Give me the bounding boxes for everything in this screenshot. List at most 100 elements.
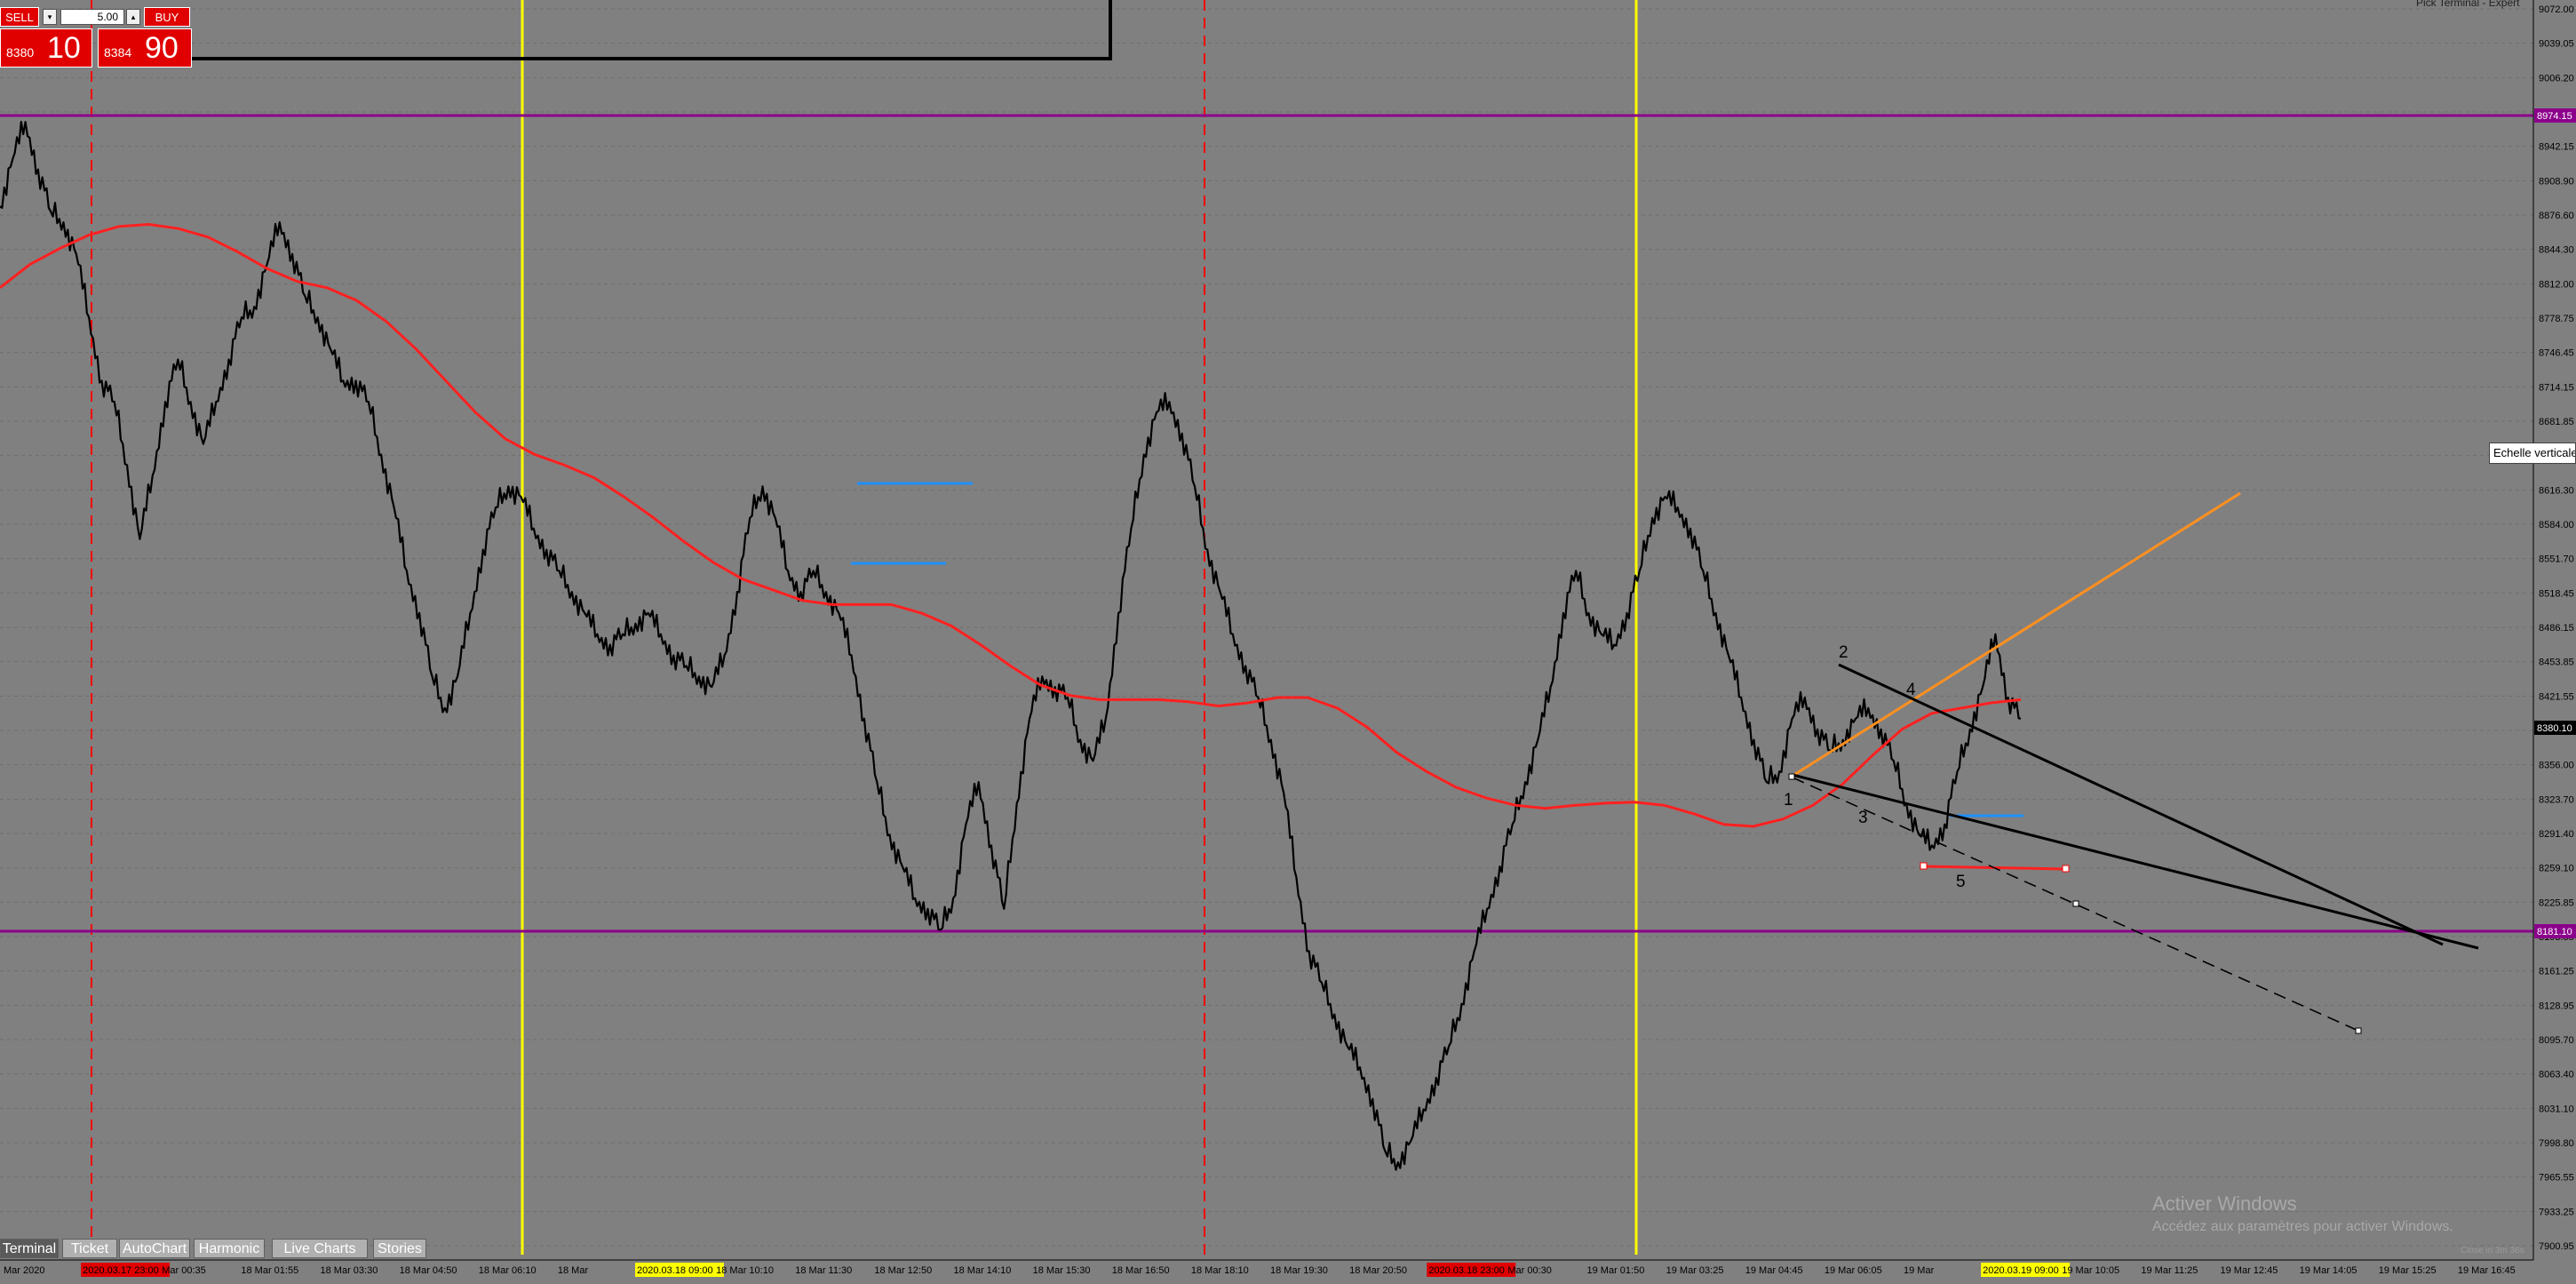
price-axis-label: 8225.85 (2539, 897, 2574, 908)
price-axis-label: 8584.00 (2539, 520, 2574, 530)
projection-handle-2[interactable] (2355, 1027, 2362, 1034)
price-axis-label: 9072.00 (2539, 4, 2574, 15)
price-axis-label: 8714.15 (2539, 382, 2574, 393)
time-axis-label: 2020.03.19 09:00 (1983, 1265, 2059, 1276)
time-axis-label: 18 Mar 14:10 (954, 1265, 1012, 1276)
price-axis-label: 8453.85 (2539, 658, 2574, 668)
price-axis-label: 7933.25 (2539, 1207, 2574, 1217)
trade-controls-row: SELL ▾ 5.00 ▴ BUY (0, 7, 192, 27)
time-axis-label: 19 Mar 12:45 (2221, 1265, 2278, 1276)
price-series-line (0, 121, 2022, 1171)
tab-autochart[interactable]: AutoChart (119, 1239, 190, 1258)
red-segment-handle-left[interactable] (1920, 862, 1928, 870)
price-axis-label: 8063.40 (2539, 1070, 2574, 1081)
time-axis-label: Mar 00:35 (162, 1265, 206, 1276)
red-segment-handle-right[interactable] (2062, 865, 2070, 873)
time-axis-label: 2020.03.18 09:00 (637, 1265, 713, 1276)
time-axis-label: Mar 00:30 (1507, 1265, 1552, 1276)
lot-increase-icon[interactable]: ▴ (126, 9, 140, 25)
price-axis-label: 8681.85 (2539, 417, 2574, 427)
price-axis-label: 8778.75 (2539, 314, 2574, 324)
wave-label-3: 3 (1858, 809, 1868, 827)
time-axis-label: 18 Mar 06:10 (479, 1265, 537, 1276)
price-axis-label: 9039.05 (2539, 39, 2574, 50)
time-axis-label: 18 Mar 12:50 (874, 1265, 932, 1276)
one-click-trading-panel: SELL ▾ 5.00 ▴ BUY 8380 10 8384 90 (0, 7, 192, 68)
time-axis-label: 19 Mar 11:25 (2141, 1265, 2198, 1276)
time-axis-label: 18 Mar 04:50 (400, 1265, 457, 1276)
windows-activation-subtitle: Accédez aux paramètres pour activer Wind… (2152, 1219, 2453, 1234)
time-axis-label: 2020.03.17 23:00 (83, 1265, 159, 1276)
price-axis-label: 8551.70 (2539, 554, 2574, 565)
price-axis-label: 8031.10 (2539, 1104, 2574, 1114)
buy-button[interactable]: BUY (144, 7, 190, 27)
price-chart[interactable]: 1 2 3 4 5 9072.00 9039.05 9006.20 8974.15 89… (0, 0, 2576, 1284)
price-axis-label: 8616.30 (2539, 485, 2574, 496)
orange-trendline[interactable] (1789, 491, 2241, 779)
windows-activation-title: Activer Windows (2152, 1192, 2297, 1215)
time-axis-label: 19 Mar 04:45 (1745, 1265, 1803, 1276)
time-axis-label: 19 Mar 14:05 (2300, 1265, 2357, 1276)
time-axis-label: 19 Mar 06:05 (1825, 1265, 1882, 1276)
price-axis-label: 8356.00 (2539, 761, 2574, 771)
price-axis[interactable]: 9072.00 9039.05 9006.20 8974.15 8942.15 8908.… (2532, 0, 2576, 1271)
price-axis-label: 9006.20 (2539, 73, 2574, 84)
time-axis-label: 19 Mar 16:45 (2458, 1265, 2516, 1276)
time-axis-label: 2020.03.18 23:00 (1428, 1265, 1505, 1276)
buy-price-small: 8384 (104, 45, 132, 60)
wave-label-1: 1 (1784, 791, 1793, 809)
price-axis-label: 8291.40 (2539, 829, 2574, 840)
tab-ticket[interactable]: Ticket (62, 1239, 117, 1258)
expert-status-text: Pick Terminal - Expert (2416, 0, 2520, 9)
tab-harmonic[interactable]: Harmonic (194, 1239, 265, 1258)
tab-stories[interactable]: Stories (373, 1239, 426, 1258)
price-axis-label: 8876.60 (2539, 211, 2574, 221)
time-axis-label: 18 Mar 03:30 (321, 1265, 378, 1276)
price-axis-label: 8095.70 (2539, 1035, 2574, 1046)
sell-button[interactable]: SELL (0, 7, 39, 27)
time-axis-label: 18 Mar 19:30 (1270, 1265, 1328, 1276)
buy-price-big: 90 (145, 31, 179, 65)
price-axis-label: 8128.95 (2539, 1001, 2574, 1011)
price-axis-label: 7900.95 (2539, 1241, 2574, 1252)
lot-size-input[interactable]: 5.00 (60, 9, 124, 25)
price-axis-label: 8908.90 (2539, 176, 2574, 187)
price-axis-label: 8323.70 (2539, 794, 2574, 805)
projection-handle-1[interactable] (2072, 900, 2079, 907)
sell-price-box[interactable]: 8380 10 (0, 28, 92, 68)
time-axis-label: 18 Mar 20:50 (1349, 1265, 1407, 1276)
time-axis-label: 18 Mar 16:50 (1112, 1265, 1170, 1276)
time-axis-label: 18 Mar 11:30 (795, 1265, 852, 1276)
bar-countdown-text: Close in 3m 36s (2461, 1246, 2524, 1256)
buy-price-box[interactable]: 8384 90 (98, 28, 192, 68)
tab-terminal[interactable]: Terminal (0, 1239, 59, 1258)
vertical-scale-tooltip: Echelle verticale (2489, 443, 2576, 464)
time-axis-label: 18 Mar 15:30 (1033, 1265, 1091, 1276)
time-axis-label: 19 Mar 03:25 (1666, 1265, 1724, 1276)
wave-label-4: 4 (1906, 681, 1916, 699)
price-axis-label: 7998.80 (2539, 1138, 2574, 1149)
time-axis-label: 18 Mar 10:10 (716, 1265, 774, 1276)
level-top-tag-text: 8974.15 (2537, 111, 2572, 122)
time-axis-label: 19 Mar 01:50 (1587, 1265, 1645, 1276)
price-axis-label: 8942.15 (2539, 142, 2574, 153)
time-axis-label: 18 Mar (558, 1265, 589, 1276)
price-axis-label: 8421.55 (2539, 691, 2574, 702)
level-bottom-tag-text: 8181.10 (2537, 927, 2572, 937)
time-axis-label: 19 Mar 10:05 (2062, 1265, 2119, 1276)
lot-decrease-icon[interactable]: ▾ (43, 9, 57, 25)
time-axis-label: 19 Mar (1904, 1265, 1935, 1276)
time-axis-label: Mar 2020 (4, 1265, 44, 1276)
time-axis-label: 18 Mar 18:10 (1191, 1265, 1249, 1276)
projection-handle-0[interactable] (1788, 773, 1795, 780)
tab-live-charts[interactable]: Live Charts (272, 1239, 368, 1258)
time-axis-label: 18 Mar 01:55 (241, 1265, 298, 1276)
price-axis-label: 8746.45 (2539, 348, 2574, 359)
chart-grid (0, 8, 2533, 1247)
price-axis-label: 8486.15 (2539, 623, 2574, 634)
sell-price-big: 10 (47, 31, 81, 65)
time-axis-label: 19 Mar 15:25 (2379, 1265, 2437, 1276)
wave-label-5: 5 (1956, 873, 1966, 891)
price-axis-label: 8259.10 (2539, 864, 2574, 874)
time-axis[interactable]: Mar 2020 2020.03.17 23:00 Mar 00:35 18 Mar … (0, 1259, 2576, 1284)
